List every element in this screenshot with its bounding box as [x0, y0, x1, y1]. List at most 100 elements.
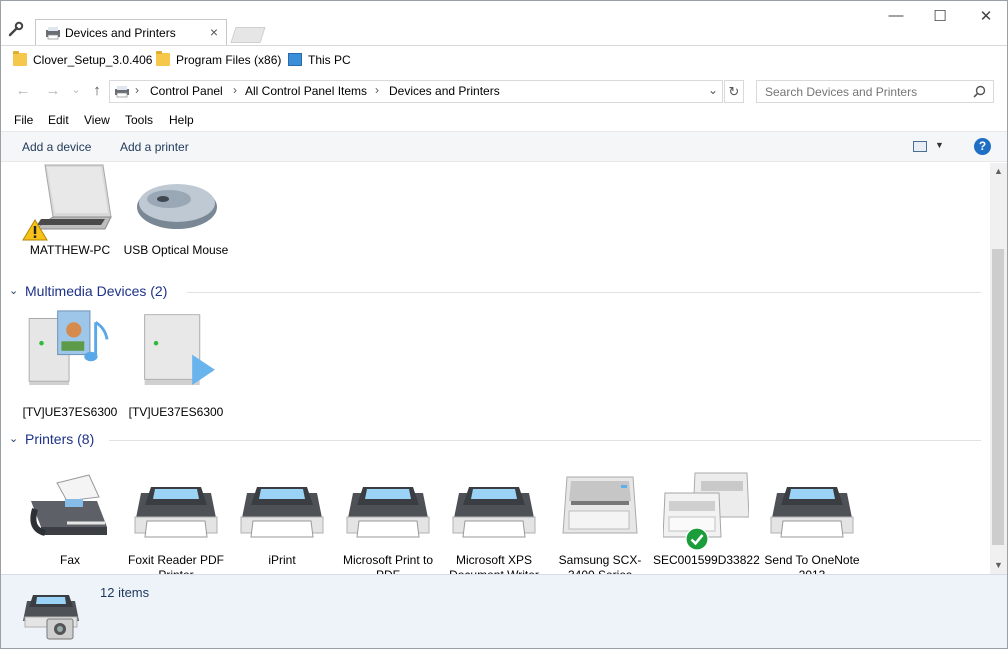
printer-microsoft-xps[interactable]: Microsoft XPS Document Writer [441, 471, 547, 574]
device-label: Samsung SCX-3400 Series [558, 553, 642, 574]
favorite-label: Program Files (x86) [176, 53, 282, 67]
address-row: ← → ⌄ ↑ › Control Panel › All Control Pa… [1, 73, 1007, 109]
command-bar: Add a device Add a printer ▼ ? [1, 131, 1007, 162]
fax-icon [30, 474, 107, 536]
change-view-icon[interactable] [913, 141, 927, 152]
breadcrumb-control-panel[interactable]: Control Panel [150, 84, 223, 98]
group-header-multimedia[interactable]: ⌄ Multimedia Devices (2) [9, 283, 981, 303]
devices-printers-icon [115, 86, 129, 98]
tab-devices-and-printers[interactable]: Devices and Printers × [35, 19, 227, 46]
device-label: Microsoft XPS Document Writer [449, 553, 539, 574]
refresh-button[interactable]: ↻ [724, 80, 744, 103]
device-label: [TV]UE37ES6300 [22, 405, 118, 419]
device-label: SEC001599D33822 [653, 553, 760, 567]
menu-edit[interactable]: Edit [48, 113, 69, 127]
menu-view[interactable]: View [84, 113, 110, 127]
favorite-program-files[interactable]: Program Files (x86) [156, 51, 282, 70]
favorite-clover-setup[interactable]: Clover_Setup_3.0.406 [13, 51, 153, 70]
laser-printer-icon [562, 476, 638, 534]
chevron-down-icon: ⌄ [9, 285, 19, 297]
device-label: Microsoft Print to PDF [342, 553, 434, 574]
menu-bar: File Edit View Tools Help [1, 109, 1007, 131]
device-usb-optical-mouse[interactable]: USB Optical Mouse [123, 163, 229, 273]
devices-printers-large-icon [23, 595, 79, 640]
warning-icon [22, 219, 48, 241]
add-device-button[interactable]: Add a device [22, 140, 91, 154]
address-bar[interactable]: › Control Panel › All Control Panel Item… [109, 80, 723, 103]
printer-foxit-reader-pdf[interactable]: Foxit Reader PDF Printer [123, 471, 229, 574]
group-title: Multimedia Devices (2) [25, 283, 168, 299]
group-title: Printers (8) [25, 431, 95, 447]
media-server-icon [28, 310, 109, 385]
up-button[interactable]: ↑ [87, 82, 107, 99]
minimize-button[interactable]: — [886, 7, 906, 24]
tab-close-button[interactable]: × [210, 24, 218, 40]
vertical-scrollbar[interactable]: ▲ ▼ [990, 163, 1007, 574]
details-pane: 12 items [1, 574, 1007, 648]
group-divider [187, 292, 981, 293]
favorites-bar: Clover_Setup_3.0.406 Program Files (x86)… [1, 45, 1007, 73]
device-matthew-pc[interactable]: MATTHEW-PC [17, 163, 123, 273]
menu-help[interactable]: Help [169, 113, 194, 127]
forward-button[interactable]: → [43, 82, 63, 99]
scroll-up-button[interactable]: ▲ [990, 163, 1007, 180]
printer-iprint[interactable]: iPrint [229, 471, 335, 574]
device-label: Fax [59, 553, 80, 567]
default-printer-check-icon [685, 527, 709, 551]
search-input[interactable] [757, 81, 967, 102]
printer-microsoft-print-to-pdf[interactable]: Microsoft Print to PDF [335, 471, 441, 574]
title-bar: Devices and Printers × — ☐ ✕ [1, 1, 1007, 46]
back-button[interactable]: ← [13, 82, 33, 99]
printer-icon [240, 487, 324, 538]
menu-tools[interactable]: Tools [125, 113, 153, 127]
chevron-down-icon: ⌄ [9, 433, 19, 445]
breadcrumb-all-items[interactable]: All Control Panel Items [245, 84, 367, 98]
printer-sec001599d33822[interactable]: SEC001599D33822 [653, 471, 760, 574]
breadcrumb-separator: › [375, 83, 379, 97]
search-icon [973, 85, 986, 98]
group-divider [109, 440, 981, 441]
device-label: [TV]UE37ES6300 [128, 405, 224, 419]
address-dropdown-button[interactable]: ⌄ [708, 83, 718, 97]
device-tv-media-renderer[interactable]: [TV]UE37ES6300 [123, 309, 229, 423]
new-tab-button[interactable] [230, 27, 266, 43]
view-options-dropdown[interactable]: ▼ [935, 140, 944, 150]
scroll-thumb[interactable] [992, 249, 1004, 545]
printer-icon [134, 487, 218, 538]
favorite-label: This PC [308, 53, 351, 67]
folder-icon [13, 51, 27, 66]
device-label: iPrint [268, 553, 296, 567]
devices-printers-icon [46, 27, 60, 40]
close-button[interactable]: ✕ [976, 7, 996, 25]
device-label: USB Optical Mouse [123, 243, 229, 257]
help-button[interactable]: ? [974, 138, 991, 155]
folder-icon [156, 51, 170, 66]
breadcrumb-separator: › [233, 83, 237, 97]
scroll-down-button[interactable]: ▼ [990, 557, 1007, 574]
devices-content-pane: MATTHEW-PC USB Optical Mouse ⌄ Multimedi… [1, 163, 990, 574]
favorite-this-pc[interactable]: This PC [288, 52, 358, 70]
printer-icon [346, 487, 430, 538]
add-printer-button[interactable]: Add a printer [120, 140, 189, 154]
maximize-button[interactable]: ☐ [930, 7, 950, 25]
printer-send-to-onenote[interactable]: Send To OneNote 2013 [759, 471, 865, 574]
item-count: 12 items [100, 585, 150, 600]
recent-locations-button[interactable]: ⌄ [66, 83, 86, 96]
menu-file[interactable]: File [14, 113, 33, 127]
favorite-label: Clover_Setup_3.0.406 [33, 53, 153, 67]
computer-icon [288, 53, 302, 66]
printer-fax[interactable]: Fax [17, 471, 123, 574]
media-renderer-icon [144, 314, 215, 385]
explorer-window: Devices and Printers × — ☐ ✕ Clover_Setu… [0, 0, 1008, 649]
device-label: MATTHEW-PC [29, 243, 111, 257]
search-box[interactable] [756, 80, 994, 103]
wrench-icon[interactable] [7, 21, 25, 39]
printer-icon [452, 487, 536, 538]
mouse-icon [137, 184, 217, 229]
device-label: Send To OneNote 2013 [764, 553, 860, 574]
device-label: Foxit Reader PDF Printer [127, 553, 225, 574]
device-tv-media-server[interactable]: [TV]UE37ES6300 [17, 309, 123, 423]
breadcrumb-devices-and-printers[interactable]: Devices and Printers [389, 84, 500, 98]
group-header-printers[interactable]: ⌄ Printers (8) [9, 431, 981, 451]
printer-samsung-scx-3400[interactable]: Samsung SCX-3400 Series [547, 471, 653, 574]
